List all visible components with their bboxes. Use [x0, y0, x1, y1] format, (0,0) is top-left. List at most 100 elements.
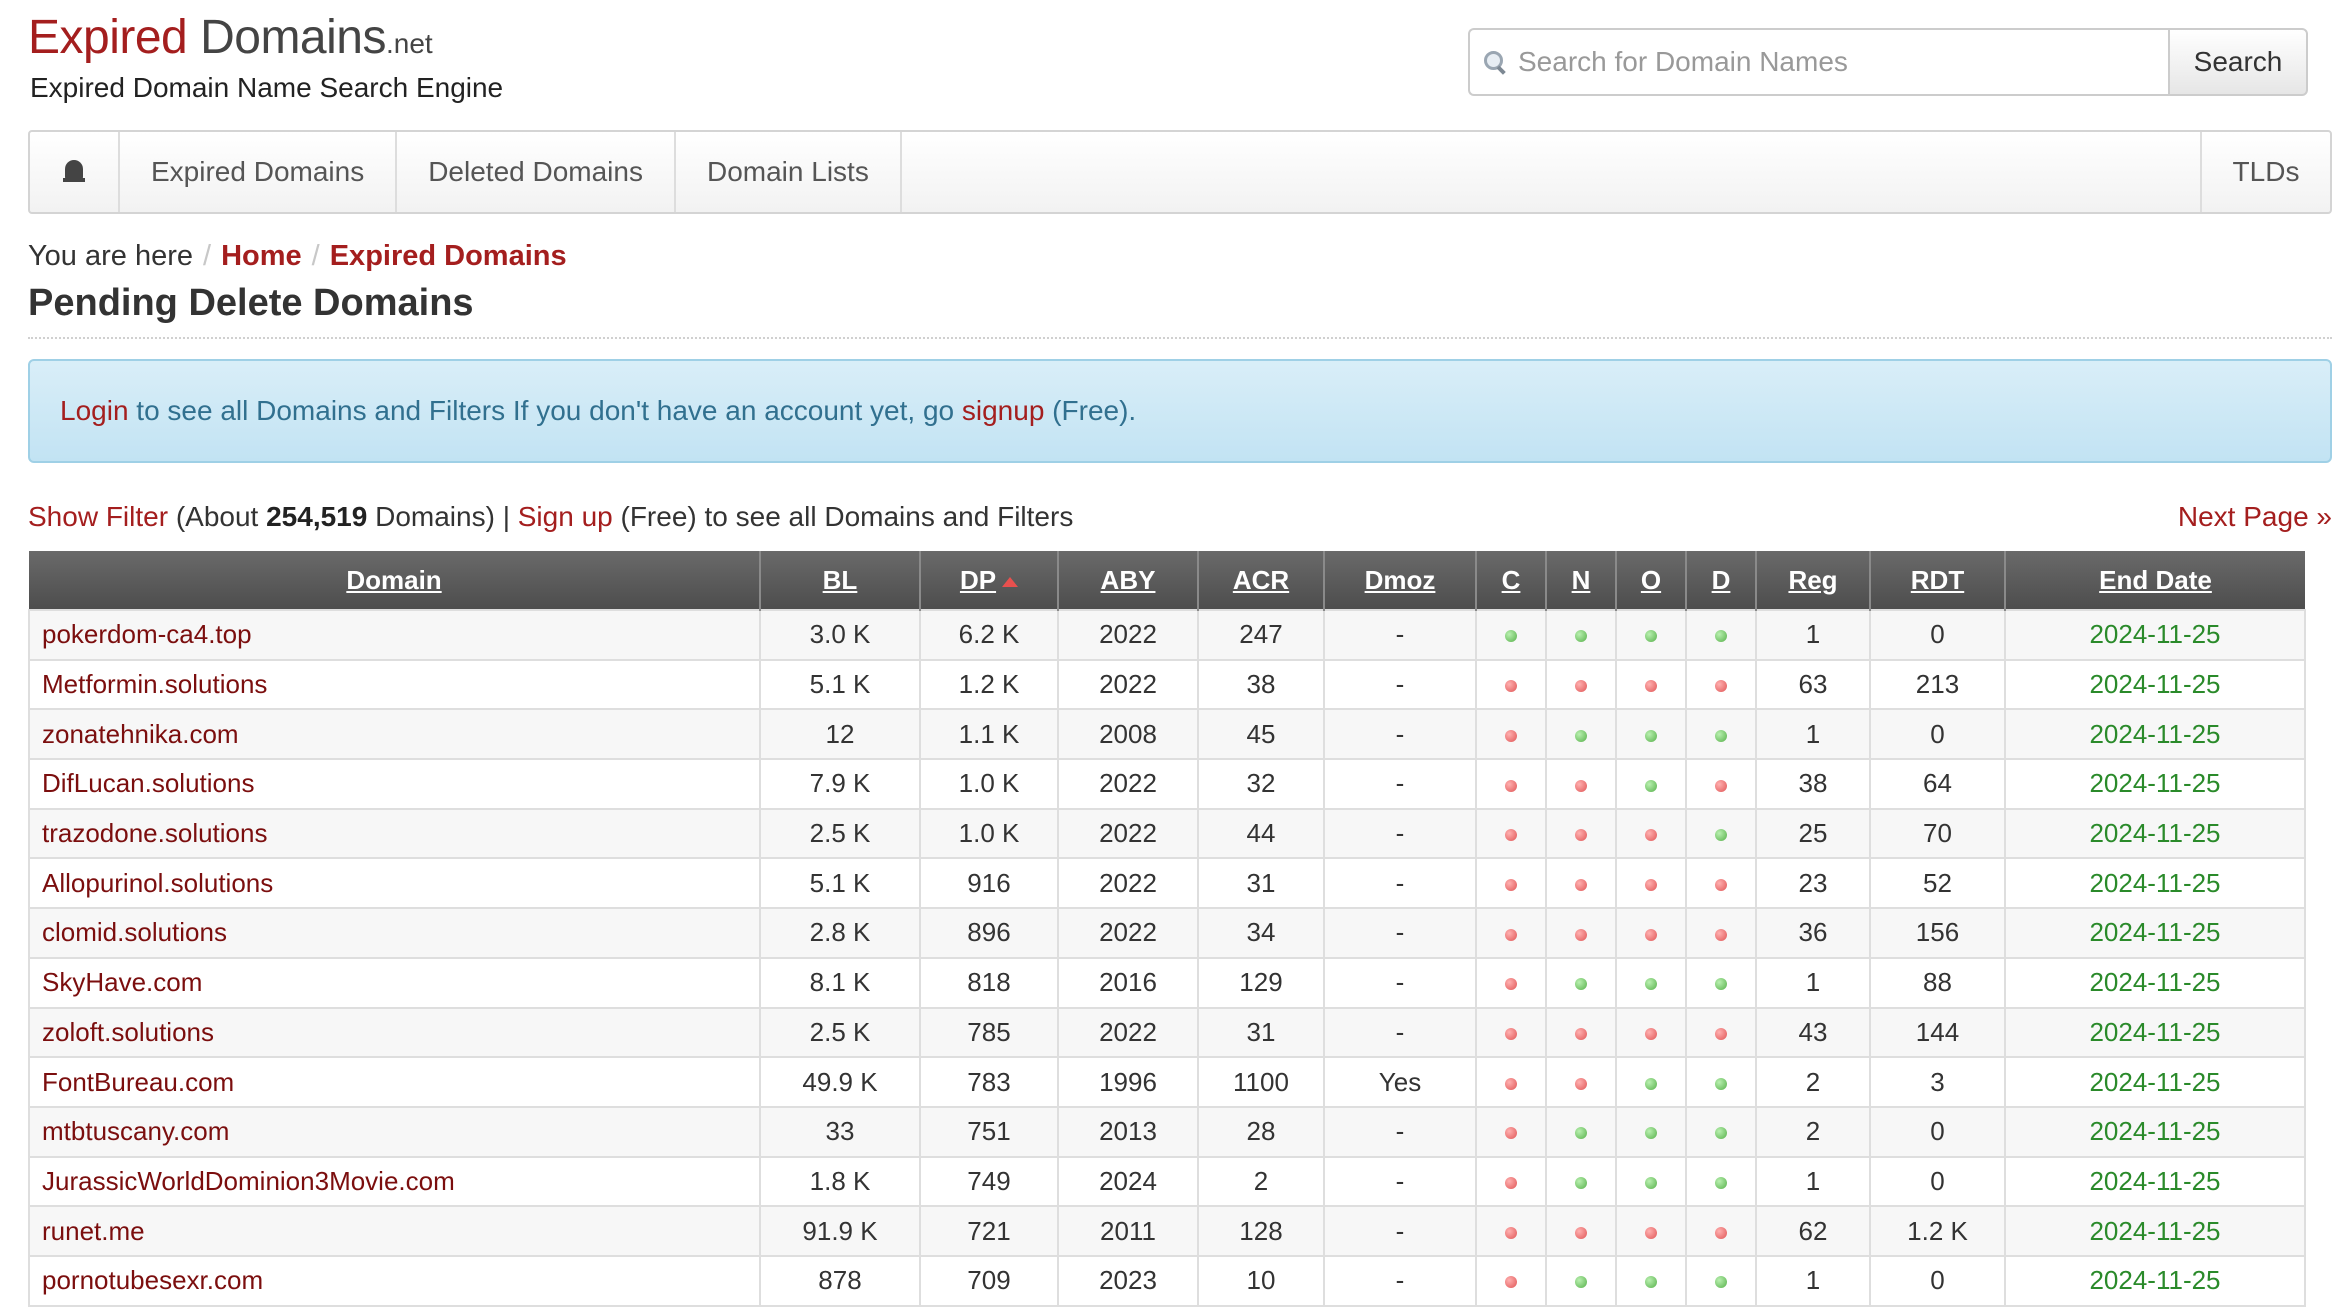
domain-link[interactable]: mtbtuscany.com	[28, 1105, 761, 1158]
cell-reg: 2	[1755, 1105, 1871, 1158]
end-date-cell: 2024-11-25	[2004, 956, 2306, 1009]
domain-link[interactable]: Metformin.solutions	[28, 658, 761, 711]
cell-rdt: 3	[1869, 1056, 2006, 1108]
search-icon	[1482, 49, 1508, 75]
show-filter-link[interactable]: Show Filter	[28, 501, 168, 532]
cell-reg: 2	[1755, 1056, 1871, 1108]
column-header-dmoz[interactable]: Dmoz	[1324, 551, 1477, 610]
breadcrumb-current[interactable]: Expired Domains	[330, 240, 567, 272]
cell-aby: 2016	[1057, 956, 1199, 1009]
table-row: JurassicWorldDominion3Movie.com 1.8 K 749 2…	[28, 1155, 2306, 1208]
status-net-cell	[1545, 758, 1617, 810]
domain-link[interactable]: zonatehnika.com	[28, 708, 761, 761]
cell-aby: 2022	[1057, 807, 1199, 860]
cell-reg: 1	[1755, 1155, 1871, 1208]
breadcrumb-home[interactable]: Home	[221, 240, 302, 272]
domain-link[interactable]: pornotubesexr.com	[28, 1254, 761, 1307]
domain-link[interactable]: DifLucan.solutions	[28, 758, 761, 810]
status-org-cell	[1615, 857, 1687, 910]
cell-bl: 5.1 K	[759, 857, 921, 910]
signup-link[interactable]: signup	[962, 395, 1045, 426]
table-row: Metformin.solutions 5.1 K 1.2 K 2022 38- 63 21…	[28, 658, 2306, 711]
cell-dp: 783	[919, 1056, 1059, 1108]
column-header-d[interactable]: D	[1686, 551, 1757, 610]
results-info: Show Filter (About 254,519 Domains) | Si…	[28, 501, 2332, 537]
column-header-label: Dmoz	[1364, 564, 1436, 595]
site-tagline: Expired Domain Name Search Engine	[30, 72, 504, 103]
cell-rdt: 144	[1869, 1006, 2006, 1059]
column-header-o[interactable]: O	[1616, 551, 1687, 610]
column-header-bl[interactable]: BL	[760, 551, 921, 610]
logo-expired: Expired	[28, 11, 188, 64]
nav-domain-lists[interactable]: Domain Lists	[676, 132, 902, 212]
next-page-link[interactable]: Next Page »	[2178, 501, 2332, 537]
column-header-end-date[interactable]: End Date	[2005, 551, 2305, 610]
cell-dmoz: -	[1323, 857, 1477, 910]
taken-dot-icon	[1645, 1027, 1657, 1040]
column-header-rdt[interactable]: RDT	[1870, 551, 2006, 610]
logo-domains: Domains	[187, 11, 386, 64]
available-dot-icon	[1645, 729, 1657, 742]
alert-text-end: (Free).	[1044, 395, 1137, 426]
available-dot-icon	[1505, 630, 1517, 643]
cell-aby: 2022	[1057, 609, 1199, 661]
status-de-cell	[1685, 1155, 1757, 1208]
cell-aby: 2011	[1057, 1205, 1199, 1257]
cell-aby: 2008	[1057, 708, 1199, 761]
end-date-cell: 2024-11-25	[2004, 907, 2306, 959]
login-link[interactable]: Login	[60, 395, 129, 426]
nav-expired-domains[interactable]: Expired Domains	[120, 132, 398, 212]
sign-up-link[interactable]: Sign up	[518, 501, 613, 532]
site-logo[interactable]: Expired Domains.net	[28, 14, 433, 62]
domain-link[interactable]: SkyHave.com	[28, 956, 761, 1009]
taken-dot-icon	[1505, 729, 1517, 742]
alert-text: to see all Domains and Filters If you do…	[128, 395, 962, 426]
domain-link[interactable]: trazodone.solutions	[28, 807, 761, 860]
header: Expired Domains.net Expired Domain Name …	[28, 0, 2332, 130]
status-org-cell	[1615, 907, 1687, 959]
status-de-cell	[1685, 609, 1757, 661]
domain-link[interactable]: runet.me	[28, 1205, 761, 1257]
cell-dp: 818	[919, 956, 1059, 1009]
domain-link[interactable]: JurassicWorldDominion3Movie.com	[28, 1155, 761, 1208]
column-header-dp[interactable]: DP	[920, 551, 1059, 610]
available-dot-icon	[1645, 779, 1657, 792]
search-button[interactable]: Search	[2168, 28, 2308, 96]
domain-link[interactable]: pokerdom-ca4.top	[28, 609, 761, 661]
table-row: FontBureau.com 49.9 K 783 1996 1100 Yes 2 3 2024…	[28, 1056, 2306, 1108]
domain-link[interactable]: FontBureau.com	[28, 1056, 761, 1108]
cell-rdt: 0	[1869, 1254, 2006, 1307]
cell-dmoz: Yes	[1323, 1056, 1477, 1108]
nav-tlds[interactable]: TLDs	[2200, 132, 2330, 212]
cell-reg: 1	[1755, 708, 1871, 761]
taken-dot-icon	[1505, 779, 1517, 792]
column-header-domain[interactable]: Domain	[29, 551, 761, 610]
status-org-cell	[1615, 708, 1687, 761]
column-header-label: D	[1711, 564, 1731, 595]
cell-dp: 1.0 K	[919, 758, 1059, 810]
domain-link[interactable]: zoloft.solutions	[28, 1006, 761, 1059]
domain-link[interactable]: Allopurinol.solutions	[28, 857, 761, 910]
table-row: clomid.solutions 2.8 K 896 2022 34- 36 156 2024…	[28, 907, 2306, 959]
cell-dmoz: -	[1323, 1155, 1477, 1208]
column-header-reg[interactable]: Reg	[1756, 551, 1871, 610]
cell-rdt: 0	[1869, 609, 2006, 661]
cell-acr: 1100	[1197, 1056, 1325, 1108]
taken-dot-icon	[1575, 928, 1587, 941]
taken-dot-icon	[1645, 1226, 1657, 1239]
table-row: zoloft.solutions 2.5 K 785 2022 31- 43 144 2024…	[28, 1006, 2306, 1059]
status-com-cell	[1475, 1056, 1547, 1108]
status-de-cell	[1685, 907, 1757, 959]
nav-deleted-domains[interactable]: Deleted Domains	[397, 132, 676, 212]
column-header-aby[interactable]: ABY	[1058, 551, 1199, 610]
domain-link[interactable]: clomid.solutions	[28, 907, 761, 959]
cell-aby: 2024	[1057, 1155, 1199, 1208]
column-header-c[interactable]: C	[1476, 551, 1547, 610]
column-header-acr[interactable]: ACR	[1198, 551, 1325, 610]
status-org-cell	[1615, 1254, 1687, 1307]
nav-home[interactable]	[30, 132, 120, 212]
available-dot-icon	[1715, 1127, 1727, 1140]
main-nav: Expired Domains Deleted Domains Domain L…	[28, 130, 2332, 214]
search-input[interactable]	[1516, 45, 2168, 79]
column-header-n[interactable]: N	[1546, 551, 1617, 610]
